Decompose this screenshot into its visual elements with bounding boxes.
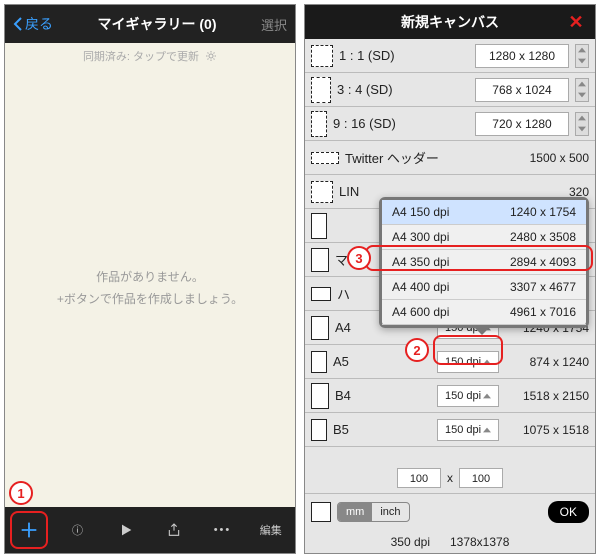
nav-bar: 戻る マイギャラリー (0) 選択 xyxy=(5,5,295,43)
ratio-thumb xyxy=(311,248,329,272)
dimension-input[interactable]: 720 x 1280 xyxy=(475,112,569,136)
dpi-popup: A4 150 dpi 1240 x 1754 A4 300 dpi 2480 x 3… xyxy=(379,197,589,328)
empty-line-1: 作品がありません。 xyxy=(96,267,204,289)
paper-thumb xyxy=(311,419,327,441)
paper-row-b4: B4 150 dpi 1518 x 2150 xyxy=(305,379,595,413)
paper-label[interactable]: B5 xyxy=(333,422,431,437)
preset-label[interactable]: 1 : 1 (SD) xyxy=(339,48,469,63)
popup-option[interactable]: A4 350 dpi 2894 x 4093 xyxy=(382,250,586,275)
paper-thumb xyxy=(311,383,329,409)
preset-row-3-4: 3 : 4 (SD) 768 x 1024 xyxy=(305,73,595,107)
popup-label: A4 400 dpi xyxy=(392,280,449,294)
back-label: 戻る xyxy=(25,14,53,34)
dimension-text: 874 x 1240 xyxy=(505,355,589,369)
ratio-thumb xyxy=(311,287,331,301)
paper-row-a5: A5 150 dpi 874 x 1240 xyxy=(305,345,595,379)
ratio-thumb xyxy=(311,45,333,67)
edit-button[interactable]: 編集 xyxy=(252,511,290,549)
play-icon xyxy=(118,522,134,538)
callout-badge-2: 2 xyxy=(405,338,429,362)
preset-label[interactable]: Twitter ヘッダー xyxy=(345,148,524,167)
popup-label: A4 300 dpi xyxy=(392,230,449,244)
plus-icon xyxy=(18,519,40,541)
popup-dims: 1240 x 1754 xyxy=(510,205,576,219)
dpi-select[interactable]: 150 dpi xyxy=(437,419,499,441)
custom-thumb xyxy=(311,502,331,522)
footer-dims: 1378x1378 xyxy=(450,535,509,549)
ratio-thumb xyxy=(311,77,331,103)
more-button[interactable]: ••• xyxy=(203,511,241,549)
unit-mm[interactable]: mm xyxy=(338,503,372,521)
phone-new-canvas: 新規キャンバス ✕ 1 : 1 (SD) 1280 x 1280 3 : 4 (… xyxy=(304,4,596,554)
share-icon xyxy=(166,521,182,539)
dpi-value: 150 dpi xyxy=(445,390,481,402)
paper-row-b5: B5 150 dpi 1075 x 1518 xyxy=(305,413,595,447)
popup-dims: 4961 x 7016 xyxy=(510,305,576,319)
empty-line-2: +ボタンで作品を作成しましょう。 xyxy=(57,289,243,311)
popup-dims: 2894 x 4093 xyxy=(510,255,576,269)
paper-thumb xyxy=(311,316,329,340)
dpi-select[interactable]: 150 dpi xyxy=(437,351,499,373)
ratio-thumb xyxy=(311,213,327,239)
ratio-thumb xyxy=(311,181,333,203)
select-button[interactable]: 選択 xyxy=(261,15,287,34)
popup-option[interactable]: A4 300 dpi 2480 x 3508 xyxy=(382,225,586,250)
sync-label: 同期済み: タップで更新 xyxy=(83,48,199,64)
dimension-text: 1500 x 500 xyxy=(530,151,589,165)
dimension-input[interactable]: 1280 x 1280 xyxy=(475,44,569,68)
popup-label: A4 150 dpi xyxy=(392,205,449,219)
share-button[interactable] xyxy=(155,511,193,549)
dimension-input[interactable]: 768 x 1024 xyxy=(475,78,569,102)
footer-dpi: 350 dpi xyxy=(391,535,430,549)
back-button[interactable]: 戻る xyxy=(13,14,53,34)
preset-row-9-16: 9 : 16 (SD) 720 x 1280 xyxy=(305,107,595,141)
custom-size-panel: 100 x 100 mm inch OK 350 dpi 1378x1378 xyxy=(305,463,595,554)
chevron-left-icon xyxy=(13,17,23,31)
dimension-text: 1075 x 1518 xyxy=(505,423,589,437)
dimension-stepper[interactable] xyxy=(575,44,589,68)
dimension-stepper[interactable] xyxy=(575,112,589,136)
callout-badge-1: 1 xyxy=(9,481,33,505)
popup-label: A4 600 dpi xyxy=(392,305,449,319)
dpi-value: 150 dpi xyxy=(445,424,481,436)
modal-title: 新規キャンバス xyxy=(401,12,499,32)
ok-button[interactable]: OK xyxy=(548,501,589,523)
dimension-stepper[interactable] xyxy=(575,78,589,102)
custom-width-input[interactable]: 100 xyxy=(397,468,441,488)
popup-option[interactable]: A4 600 dpi 4961 x 7016 xyxy=(382,300,586,325)
dimension-text: 1518 x 2150 xyxy=(505,389,589,403)
close-button[interactable]: ✕ xyxy=(565,11,587,33)
preset-label[interactable]: 9 : 16 (SD) xyxy=(333,116,469,131)
sync-bar[interactable]: 同期済み: タップで更新 xyxy=(5,43,295,69)
dpi-select[interactable]: 150 dpi xyxy=(437,385,499,407)
info-button[interactable]: ⓘ xyxy=(58,511,96,549)
popup-label: A4 350 dpi xyxy=(392,255,449,269)
paper-label[interactable]: B4 xyxy=(335,388,431,403)
ratio-thumb xyxy=(311,111,327,137)
paper-thumb xyxy=(311,351,327,373)
ratio-thumb xyxy=(311,152,339,164)
dpi-value: 150 dpi xyxy=(445,356,481,368)
modal-header: 新規キャンバス ✕ xyxy=(305,5,595,39)
popup-option[interactable]: A4 400 dpi 3307 x 4677 xyxy=(382,275,586,300)
preset-label[interactable]: 3 : 4 (SD) xyxy=(337,82,469,97)
preset-row-twitter: Twitter ヘッダー 1500 x 500 xyxy=(305,141,595,175)
page-title: マイギャラリー (0) xyxy=(97,14,216,34)
popup-dims: 3307 x 4677 xyxy=(510,280,576,294)
add-button[interactable] xyxy=(10,511,48,549)
preset-row-1-1: 1 : 1 (SD) 1280 x 1280 xyxy=(305,39,595,73)
unit-inch[interactable]: inch xyxy=(372,503,408,521)
play-button[interactable] xyxy=(107,511,145,549)
gear-icon xyxy=(205,50,217,62)
callout-badge-3: 3 xyxy=(347,246,371,270)
phone-gallery: 戻る マイギャラリー (0) 選択 同期済み: タップで更新 作品がありません。… xyxy=(4,4,296,554)
popup-dims: 2480 x 3508 xyxy=(510,230,576,244)
unit-segmented-control[interactable]: mm inch xyxy=(337,502,410,522)
custom-height-input[interactable]: 100 xyxy=(459,468,503,488)
by-label: x xyxy=(447,471,453,485)
popup-option[interactable]: A4 150 dpi 1240 x 1754 xyxy=(382,200,586,225)
empty-state: 作品がありません。 +ボタンで作品を作成しましょう。 xyxy=(5,69,295,509)
toolbar: ⓘ ••• 編集 xyxy=(5,507,295,553)
